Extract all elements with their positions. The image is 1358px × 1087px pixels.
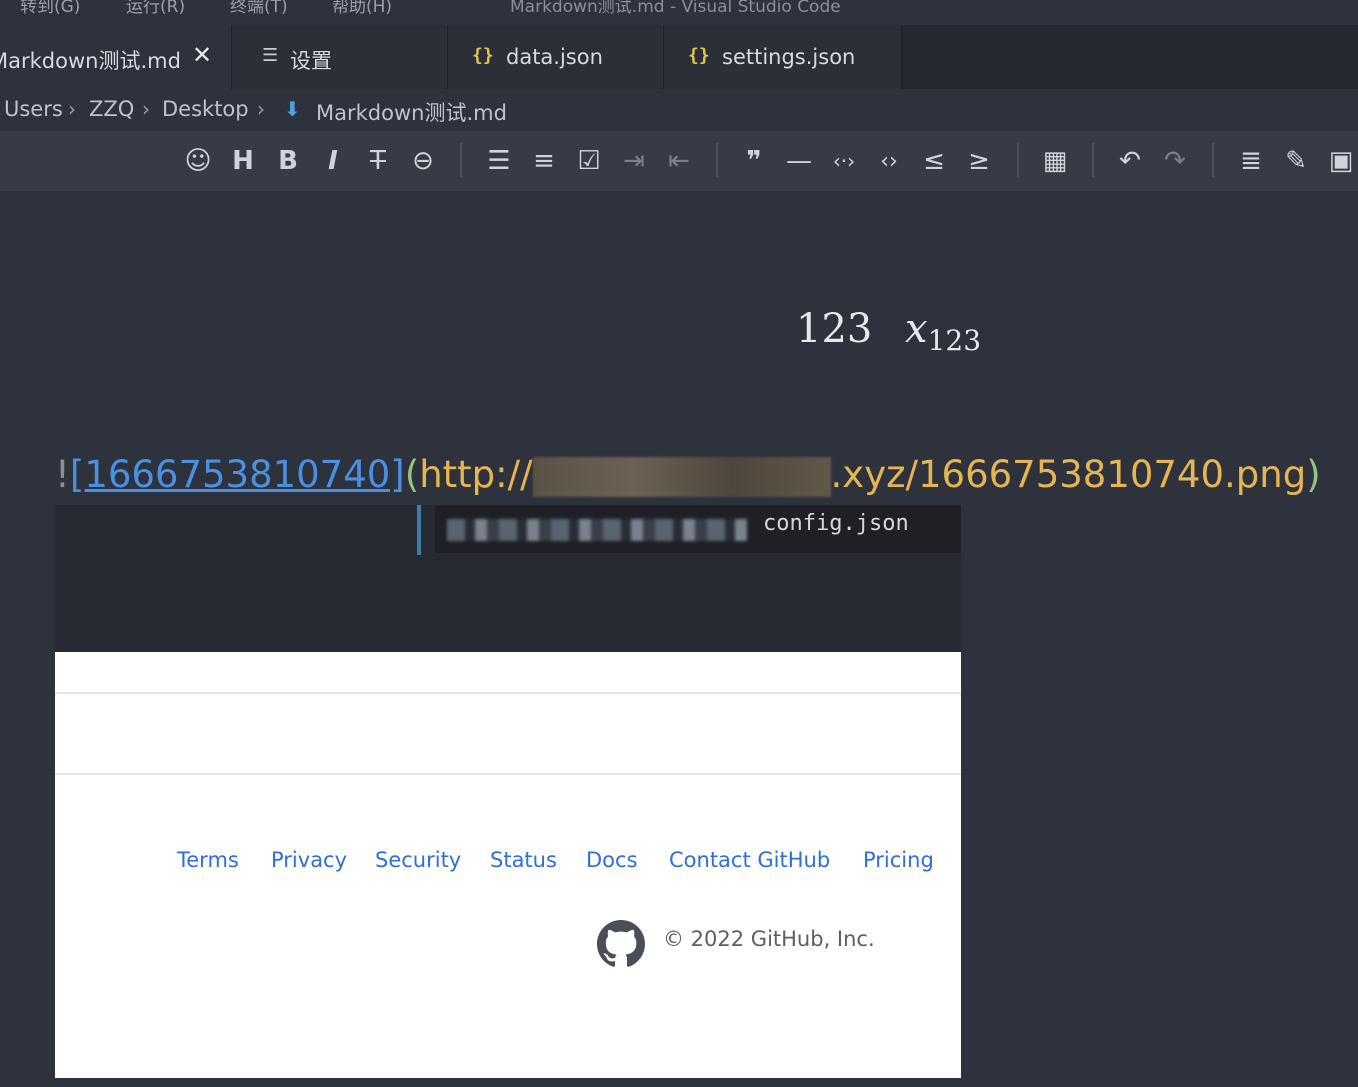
window-title: Markdown测试.md - Visual Studio Code — [510, 0, 841, 17]
tab-data-json[interactable]: {} data.json — [448, 25, 664, 89]
footer-link-privacy: Privacy — [271, 848, 348, 872]
markdown-file-icon: ⬇ — [284, 97, 301, 121]
edit-icon[interactable]: ✎ — [1279, 141, 1313, 181]
italic-icon[interactable]: I — [316, 141, 350, 181]
menu-terminal[interactable]: 终端(T) — [230, 0, 288, 17]
footer-link-status: Status — [490, 848, 557, 872]
image-bang: ! — [55, 453, 70, 496]
math-subscript-expression: x123 — [905, 306, 981, 357]
heading-icon[interactable]: H — [226, 141, 260, 181]
toolbar-divider — [1092, 143, 1094, 177]
breadcrumb-file[interactable]: Markdown测试.md — [316, 97, 507, 127]
align-center-icon[interactable]: ≣ — [1234, 141, 1268, 181]
link-icon[interactable]: ⊖ — [406, 141, 440, 181]
save-icon[interactable]: ▣ — [1324, 141, 1358, 181]
editor-area[interactable]: 123 x123 ![1666753810740](http://.xyz/16… — [0, 191, 1358, 1087]
strikethrough-icon[interactable]: T — [361, 141, 395, 181]
footer-link-contact: Contact GitHub — [669, 848, 831, 872]
tab-settings[interactable]: ☰ 设置 — [232, 25, 448, 89]
task-list-icon[interactable]: ☑ — [572, 141, 606, 181]
tab-label: data.json — [506, 45, 603, 69]
image-alt-text[interactable]: [1666753810740] — [70, 453, 405, 496]
breadcrumb-users[interactable]: Users — [4, 97, 63, 121]
markdown-image-link[interactable]: ![1666753810740](http:// .xyz/16667538107… — [55, 453, 1321, 497]
blurred-path — [447, 519, 747, 541]
chevron-right-icon: › — [68, 97, 76, 121]
emoji-icon[interactable]: ☺ — [181, 141, 215, 181]
tab-markdown[interactable]: Markdown测试.md ✕ — [0, 25, 232, 89]
json-icon: {} — [688, 45, 710, 66]
menu-goto[interactable]: 转到(G) — [20, 0, 80, 17]
quote-icon[interactable]: ❞ — [737, 141, 771, 181]
close-paren: ) — [1306, 453, 1321, 496]
undo-icon[interactable]: ↶ — [1113, 141, 1147, 181]
title-bar: 转到(G) 运行(R) 终端(T) 帮助(H) Markdown测试.md - … — [0, 0, 1358, 25]
toolbar-divider — [460, 143, 462, 177]
toolbar-divider — [716, 143, 718, 177]
breadcrumb-desktop[interactable]: Desktop — [162, 97, 249, 121]
open-paren: ( — [404, 453, 420, 496]
math-subscript: 123 — [927, 324, 982, 357]
close-icon[interactable]: ✕ — [192, 41, 212, 69]
footer-link-terms: Terms — [177, 848, 239, 872]
embedded-cursor-bar — [417, 505, 421, 555]
divider — [55, 773, 961, 775]
json-icon: {} — [472, 45, 494, 66]
table-icon[interactable]: ▦ — [1038, 141, 1072, 181]
footer-link-pricing: Pricing — [863, 848, 934, 872]
bold-icon[interactable]: B — [271, 141, 305, 181]
bullet-list-icon[interactable]: ☰ — [482, 141, 516, 181]
ordered-list-icon[interactable]: ≡ — [527, 141, 561, 181]
tab-label: settings.json — [722, 45, 856, 69]
toolbar-divider — [1017, 143, 1019, 177]
settings-icon: ☰ — [262, 45, 279, 66]
footer-link-security: Security — [375, 848, 462, 872]
code-block-icon[interactable]: ‹› — [872, 141, 906, 181]
indent-icon[interactable]: ⇥ — [617, 141, 651, 181]
embedded-image: config.json Terms Privacy Security Statu… — [55, 505, 961, 1078]
menu-help[interactable]: 帮助(H) — [332, 0, 392, 17]
url-suffix: .xyz/1666753810740.png — [830, 453, 1307, 496]
chevron-right-icon: › — [257, 97, 265, 121]
breadcrumb-zzq[interactable]: ZZQ — [89, 97, 134, 121]
inline-code-icon[interactable]: ‹·› — [827, 141, 861, 181]
redo-icon[interactable]: ↷ — [1158, 141, 1192, 181]
github-logo-icon — [597, 920, 645, 967]
math-variable: x — [905, 306, 928, 352]
blurred-domain — [532, 456, 831, 497]
tab-label: Markdown测试.md — [0, 49, 181, 73]
insert-before-icon[interactable]: ≤ — [917, 141, 951, 181]
chevron-right-icon: › — [142, 97, 150, 121]
tab-settings-json[interactable]: {} settings.json — [664, 25, 902, 89]
insert-after-icon[interactable]: ≥ — [962, 141, 996, 181]
markdown-toolbar: ☺ H B I T ⊖ ☰ ≡ ☑ ⇥ ⇤ ❞ — ‹·› ‹› ≤ ≥ ▦ ↶… — [0, 131, 1358, 191]
tab-bar: Markdown测试.md ✕ ☰ 设置 {} data.json {} set… — [0, 25, 1358, 89]
menu-run[interactable]: 运行(R) — [126, 0, 185, 17]
tab-label: 设置 — [290, 49, 332, 73]
math-number: 123 — [796, 306, 873, 352]
url-prefix: http:// — [419, 453, 533, 496]
config-filename: config.json — [763, 511, 909, 536]
footer-link-docs: Docs — [586, 848, 638, 872]
copyright-text: © 2022 GitHub, Inc. — [663, 927, 875, 951]
outdent-icon[interactable]: ⇤ — [662, 141, 696, 181]
divider — [55, 692, 961, 694]
horizontal-rule-icon[interactable]: — — [782, 141, 816, 181]
toolbar-divider — [1212, 143, 1214, 177]
breadcrumb: Users › ZZQ › Desktop › ⬇ Markdown测试.md — [0, 89, 1358, 131]
